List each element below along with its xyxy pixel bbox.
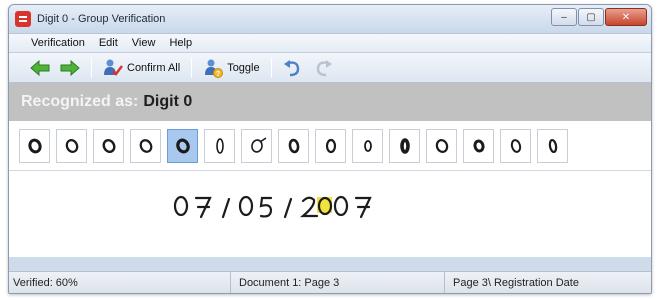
undo-button[interactable] (280, 56, 306, 80)
handwritten-date-image (173, 195, 372, 219)
minimize-button[interactable]: – (551, 8, 577, 26)
undo-icon (283, 59, 299, 76)
green-left-arrow-icon (30, 59, 50, 76)
handwritten-zero-glyph (510, 138, 521, 153)
menu-edit[interactable]: Edit (99, 37, 118, 49)
window-controls: – ▢ ✕ (551, 8, 647, 26)
handwritten-zero-glyph (472, 139, 485, 152)
menu-view[interactable]: View (132, 37, 156, 49)
handwritten-zero-glyph (250, 136, 266, 153)
status-bar: Verified: 60% Document 1: Page 3 Page 3\… (9, 271, 651, 293)
heading-value: Digit 0 (143, 93, 193, 110)
handwritten-zero-glyph (215, 137, 224, 154)
window-title: Digit 0 - Group Verification (37, 13, 166, 25)
digit-sample-thumbnail[interactable] (315, 128, 346, 163)
toolbar-separator (191, 57, 193, 78)
handwritten-zero-glyph (288, 138, 299, 153)
toolbar-separator (270, 57, 272, 78)
digit-sample-thumbnail[interactable] (130, 128, 161, 163)
digit-sample-thumbnail[interactable] (204, 128, 235, 163)
handwritten-zero-glyph (65, 138, 78, 153)
toolbar-separator (91, 57, 92, 78)
handwritten-zero-glyph (175, 138, 190, 153)
field-preview (9, 171, 651, 257)
app-icon (15, 11, 31, 27)
title-bar[interactable]: Digit 0 - Group Verification – ▢ ✕ (9, 5, 651, 33)
handwritten-zero-glyph (548, 138, 557, 153)
verification-window: Digit 0 - Group Verification – ▢ ✕ Verif… (8, 4, 652, 294)
menu-verification[interactable]: Verification (31, 37, 85, 49)
close-button[interactable]: ✕ (605, 8, 647, 26)
digit-sample-thumbnail[interactable] (93, 128, 124, 163)
maximize-button[interactable]: ▢ (578, 8, 604, 26)
toggle-button[interactable]: ? Toggle (200, 56, 262, 80)
digit-sample-thumbnail[interactable] (537, 128, 568, 163)
confirm-users-icon (104, 59, 123, 76)
redo-button[interactable] (310, 56, 336, 80)
redo-icon (316, 59, 332, 76)
menu-bar: Verification Edit View Help (9, 33, 651, 53)
status-verified: Verified: 60% (9, 272, 231, 293)
heading-prefix: Recognized as: (21, 93, 139, 110)
digit-sample-thumbnail[interactable] (56, 128, 87, 163)
digit-sample-thumbnail[interactable] (500, 128, 531, 163)
digit-sample-thumbnail[interactable] (426, 128, 457, 163)
digit-sample-thumbnail[interactable] (463, 128, 494, 163)
digit-sample-thumbnail[interactable] (167, 128, 198, 163)
digit-sample-thumbnail[interactable] (352, 128, 383, 163)
handwritten-zero-glyph (27, 138, 42, 153)
digit-sample-thumbnail[interactable] (389, 128, 420, 163)
confirm-all-label: Confirm All (127, 61, 181, 74)
confirm-all-button[interactable]: Confirm All (100, 56, 183, 80)
digit-sample-thumbnail[interactable] (241, 128, 272, 163)
digit-sample-thumbnail[interactable] (19, 128, 50, 163)
svg-text:?: ? (216, 71, 220, 78)
handwritten-zero-glyph (102, 138, 115, 153)
toolbar: Confirm All ? Toggle (9, 53, 651, 83)
handwritten-zero-glyph (363, 139, 372, 152)
green-right-arrow-icon (60, 59, 80, 76)
digit-sample-thumbnail[interactable] (278, 128, 309, 163)
handwritten-zero-glyph (139, 138, 152, 153)
forward-button[interactable] (57, 56, 83, 80)
recognition-heading: Recognized as: Digit 0 (9, 83, 651, 121)
toggle-user-icon: ? (205, 59, 224, 78)
handwritten-zero-glyph (399, 137, 410, 154)
handwritten-zero-glyph (435, 138, 448, 153)
status-document: Document 1: Page 3 (231, 272, 445, 293)
handwritten-zero-glyph (325, 138, 336, 153)
menu-help[interactable]: Help (169, 37, 192, 49)
status-field: Page 3\ Registration Date (453, 276, 579, 289)
back-button[interactable] (27, 56, 53, 80)
toggle-label: Toggle (227, 61, 260, 74)
sample-strip (9, 121, 651, 171)
